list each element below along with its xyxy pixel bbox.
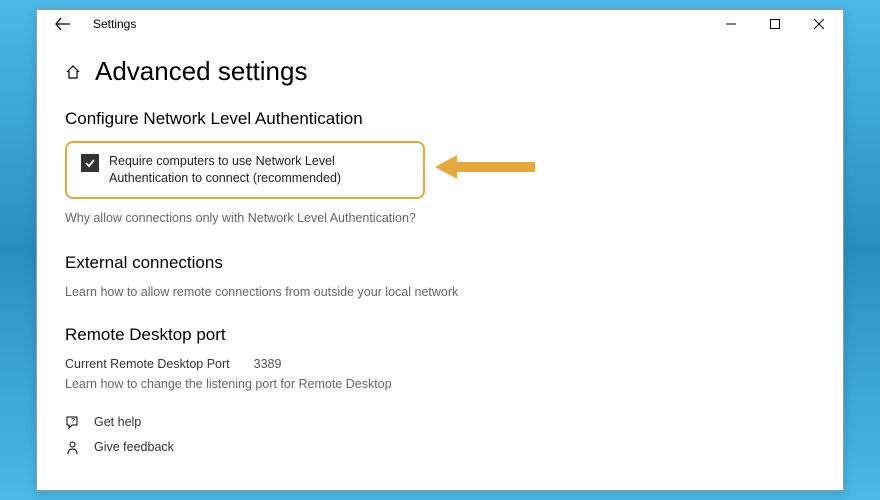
nla-section-title: Configure Network Level Authentication <box>65 109 815 129</box>
home-icon[interactable] <box>65 64 81 80</box>
get-help-link[interactable]: ? Get help <box>65 415 815 430</box>
nla-checkbox[interactable] <box>81 154 99 172</box>
port-link[interactable]: Learn how to change the listening port f… <box>65 377 815 391</box>
back-button[interactable] <box>49 13 77 35</box>
give-feedback-link[interactable]: Give feedback <box>65 440 815 455</box>
titlebar-title: Settings <box>93 17 136 31</box>
get-help-label: Get help <box>94 415 141 429</box>
back-arrow-icon <box>55 17 71 31</box>
close-button[interactable] <box>797 10 841 38</box>
port-value: 3389 <box>254 357 282 371</box>
annotation-arrow-icon <box>435 149 545 185</box>
nla-checkbox-label: Require computers to use Network Level A… <box>109 153 409 187</box>
nla-why-link[interactable]: Why allow connections only with Network … <box>65 211 815 225</box>
close-icon <box>814 19 824 29</box>
minimize-button[interactable] <box>709 10 753 38</box>
port-label: Current Remote Desktop Port <box>65 357 230 371</box>
external-section-title: External connections <box>65 253 815 273</box>
settings-window: Settings Advanced settings Configure Net… <box>36 9 844 491</box>
maximize-button[interactable] <box>753 10 797 38</box>
give-feedback-label: Give feedback <box>94 440 174 454</box>
titlebar: Settings <box>37 10 843 38</box>
port-section-title: Remote Desktop port <box>65 325 815 345</box>
nla-checkbox-row[interactable]: Require computers to use Network Level A… <box>65 141 425 199</box>
feedback-icon <box>65 440 80 455</box>
maximize-icon <box>770 19 780 29</box>
svg-text:?: ? <box>71 418 75 425</box>
help-icon: ? <box>65 415 80 430</box>
minimize-icon <box>726 19 736 29</box>
content-area: Advanced settings Configure Network Leve… <box>37 38 843 477</box>
checkmark-icon <box>84 157 96 169</box>
page-title: Advanced settings <box>95 56 307 87</box>
external-link[interactable]: Learn how to allow remote connections fr… <box>65 285 815 299</box>
